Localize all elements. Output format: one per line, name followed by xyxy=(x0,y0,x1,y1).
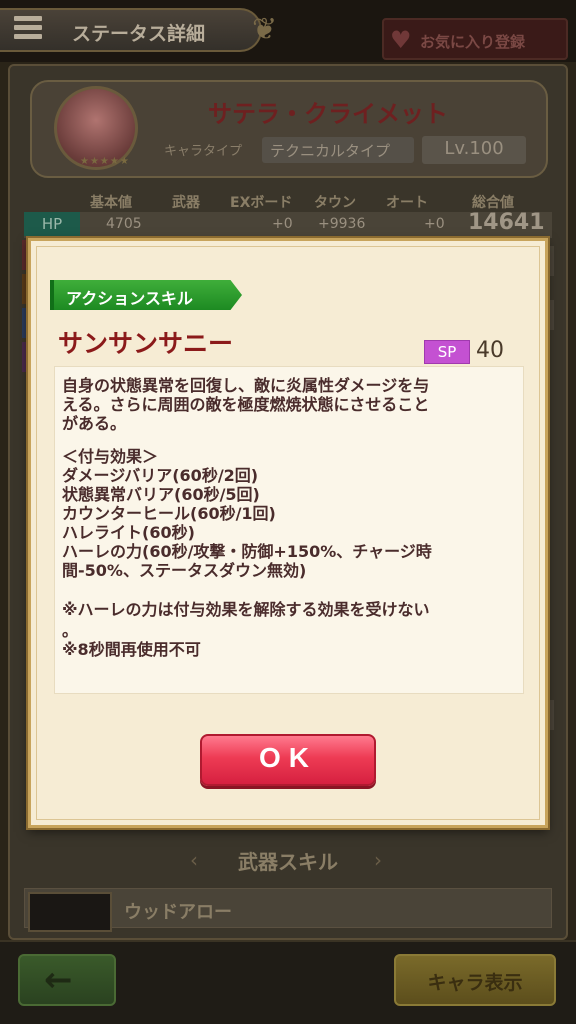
hp-exboard: +0 xyxy=(272,216,293,232)
description-line: ※ハーレの力は付与効果を解除する効果を受けない xyxy=(62,600,430,619)
hp-town: +9936 xyxy=(318,216,366,232)
character-name: サテラ・クライメット xyxy=(208,100,448,128)
level-display: Lv.100 xyxy=(422,136,526,164)
stat-header-base: 基本値 xyxy=(90,195,132,211)
character-type-value: テクニカルタイプ xyxy=(262,137,414,163)
rarity-stars: ★★★★★ xyxy=(80,156,130,167)
hp-label: HP xyxy=(24,212,80,236)
stat-header-auto: オート xyxy=(386,195,428,211)
menu-icon[interactable] xyxy=(14,16,42,42)
hp-total: 14641 xyxy=(468,210,545,235)
character-type-label: キャラタイプ xyxy=(164,144,243,159)
sp-value: 40 xyxy=(476,338,504,363)
ornament-icon: ❦ xyxy=(252,12,278,47)
chara-display-label: キャラ表示 xyxy=(427,972,523,994)
sp-badge: SP xyxy=(424,340,470,364)
ok-button-label: OK xyxy=(259,742,317,773)
stat-header-exboard: EXボード xyxy=(230,195,293,211)
favorite-label: お気に入り登録 xyxy=(420,33,526,51)
description-line: がある。 xyxy=(62,414,127,433)
stat-header-town: タウン xyxy=(314,195,356,211)
weapon-name: ウッドアロー xyxy=(124,902,232,923)
stat-headers: 基本値 武器 EXボード タウン オート 総合値 xyxy=(24,192,552,212)
heart-icon: ♥ xyxy=(390,26,412,54)
next-arrow-icon[interactable]: › xyxy=(374,848,382,872)
stat-header-weapon: 武器 xyxy=(172,195,200,211)
description-line: 間-50%、ステータスダウン無効) xyxy=(62,561,307,580)
back-arrow-icon: ← xyxy=(44,960,73,1000)
page-title: ステータス詳細 xyxy=(72,23,206,45)
weapon-thumbnail xyxy=(28,892,112,932)
description-line: ※8秒間再使用不可 xyxy=(62,640,201,659)
skill-category-tag: アクションスキル xyxy=(50,280,242,310)
stat-header-total: 総合値 xyxy=(472,195,514,211)
skill-name: サンサンサニー xyxy=(58,329,234,358)
hp-auto: +0 xyxy=(424,216,445,232)
hp-base: 4705 xyxy=(106,216,142,232)
weapon-skill-title: 武器スキル xyxy=(238,850,338,874)
